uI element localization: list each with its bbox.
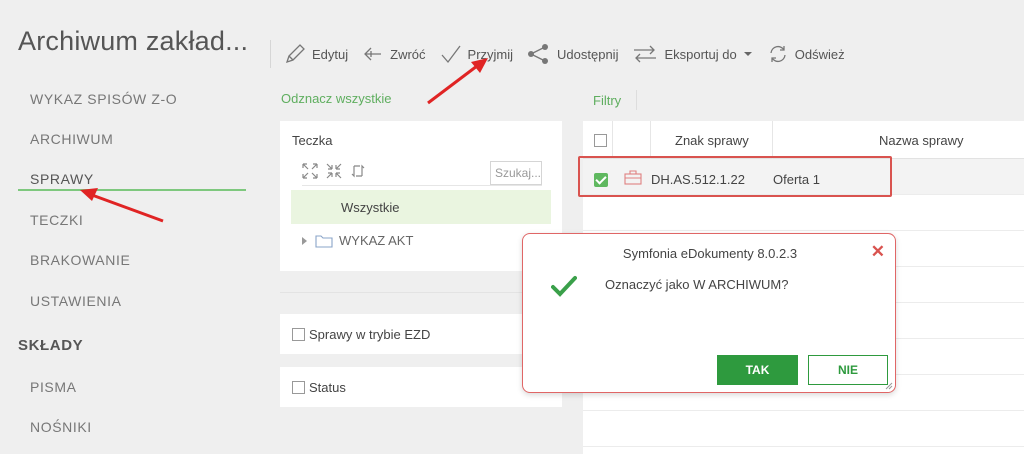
expand-triangle-icon[interactable] xyxy=(302,236,307,245)
success-check-icon xyxy=(551,276,577,297)
tree-item-wykaz-akt[interactable]: WYKAZ AKT xyxy=(302,233,413,248)
sidebar-item-wykaz-spisow[interactable]: WYKAZ SPISÓW Z-O xyxy=(30,91,177,107)
collapse-all-icon[interactable] xyxy=(326,163,342,179)
refresh-label: Odśwież xyxy=(794,46,845,62)
exchange-arrows-icon xyxy=(634,45,657,63)
folder-icon xyxy=(315,234,333,248)
export-dropdown[interactable]: Eksportuj do xyxy=(632,43,752,65)
caret-down-icon xyxy=(743,52,752,56)
resize-handle-icon[interactable] xyxy=(885,382,893,390)
expand-all-icon[interactable] xyxy=(302,163,318,179)
active-nav-indicator xyxy=(18,189,246,191)
undo-arrow-icon xyxy=(364,47,382,61)
folder-tree-title: Teczka xyxy=(292,133,333,148)
search-divider xyxy=(302,185,542,186)
share-button[interactable]: Udostępnij xyxy=(527,43,618,65)
app-title: Archiwum zakład... xyxy=(18,26,249,56)
filters-link[interactable]: Filtry xyxy=(593,93,621,108)
close-icon[interactable]: ✕ xyxy=(871,242,885,262)
ezd-label: Sprawy w trybie EZD xyxy=(309,326,431,342)
refresh-icon xyxy=(770,45,786,63)
sidebar-item-nosniki[interactable]: NOŚNIKI xyxy=(30,419,92,435)
sidebar-item-sprawy[interactable]: SPRAWY xyxy=(30,171,94,187)
folder-tree-panel: Teczka Szukaj... Wszystkie WYKAZ AKT xyxy=(280,121,562,271)
sidebar: Archiwum zakład... WYKAZ SPISÓW Z-O ARCH… xyxy=(0,0,262,454)
filter-status[interactable]: Status xyxy=(280,367,562,407)
status-label: Status xyxy=(309,379,346,395)
column-separator xyxy=(612,121,613,159)
status-checkbox[interactable] xyxy=(292,380,305,394)
sidebar-section-sklady[interactable]: SKŁADY xyxy=(18,337,83,354)
accept-label: Przyjmij xyxy=(467,46,514,62)
panel-divider xyxy=(280,292,562,293)
refresh-button[interactable]: Odśwież xyxy=(767,43,845,65)
return-label: Zwróć xyxy=(390,46,426,62)
return-button[interactable]: Zwróć xyxy=(362,45,426,63)
table-row xyxy=(583,411,1024,447)
deselect-all-link[interactable]: Odznacz wszystkie xyxy=(281,91,392,106)
sync-icon[interactable] xyxy=(350,163,366,179)
select-all-checkbox[interactable] xyxy=(594,134,607,147)
confirm-dialog: Symfonia eDokumenty 8.0.2.3 ✕ Oznaczyć j… xyxy=(522,233,896,393)
toolbar: Edytuj Zwróć Przyjmij Udostępnij Eksport… xyxy=(284,34,859,74)
sidebar-item-archiwum[interactable]: ARCHIWUM xyxy=(30,131,113,147)
tree-item-all[interactable]: Wszystkie xyxy=(291,190,551,224)
edit-label: Edytuj xyxy=(312,46,349,62)
sidebar-item-ustawienia[interactable]: USTAWIENIA xyxy=(30,293,122,309)
table-row xyxy=(583,195,1024,231)
tree-tools xyxy=(302,163,366,179)
dialog-message: Oznaczyć jako W ARCHIWUM? xyxy=(605,277,789,292)
sidebar-item-teczki[interactable]: TECZKI xyxy=(30,212,83,228)
pencil-icon xyxy=(285,44,305,64)
column-separator xyxy=(650,121,651,159)
export-label: Eksportuj do xyxy=(664,46,737,62)
sidebar-item-pisma[interactable]: PISMA xyxy=(30,379,77,395)
folder-search-input[interactable]: Szukaj... xyxy=(490,161,542,185)
share-icon xyxy=(528,44,549,64)
tree-node-label: WYKAZ AKT xyxy=(339,233,414,248)
yes-button[interactable]: TAK xyxy=(717,355,798,385)
no-button[interactable]: NIE xyxy=(808,355,888,385)
toolbar-separator xyxy=(270,40,271,68)
filter-ezd[interactable]: Sprawy w trybie EZD xyxy=(280,314,562,354)
ezd-checkbox[interactable] xyxy=(292,327,305,341)
sidebar-item-brakowanie[interactable]: BRAKOWANIE xyxy=(30,252,130,268)
accept-button[interactable]: Przyjmij xyxy=(440,43,514,65)
dialog-title: Symfonia eDokumenty 8.0.2.3 xyxy=(622,246,798,261)
column-header-znak[interactable]: Znak sprawy xyxy=(675,133,749,148)
grid-header: Znak sprawy Nazwa sprawy xyxy=(583,121,1024,159)
edit-button[interactable]: Edytuj xyxy=(284,43,348,65)
share-label: Udostępnij xyxy=(557,46,619,62)
annotation-highlight-box xyxy=(578,156,892,197)
column-separator xyxy=(772,121,773,159)
filters-separator xyxy=(636,90,637,110)
checkmark-icon xyxy=(441,45,461,64)
column-header-nazwa[interactable]: Nazwa sprawy xyxy=(879,133,964,148)
